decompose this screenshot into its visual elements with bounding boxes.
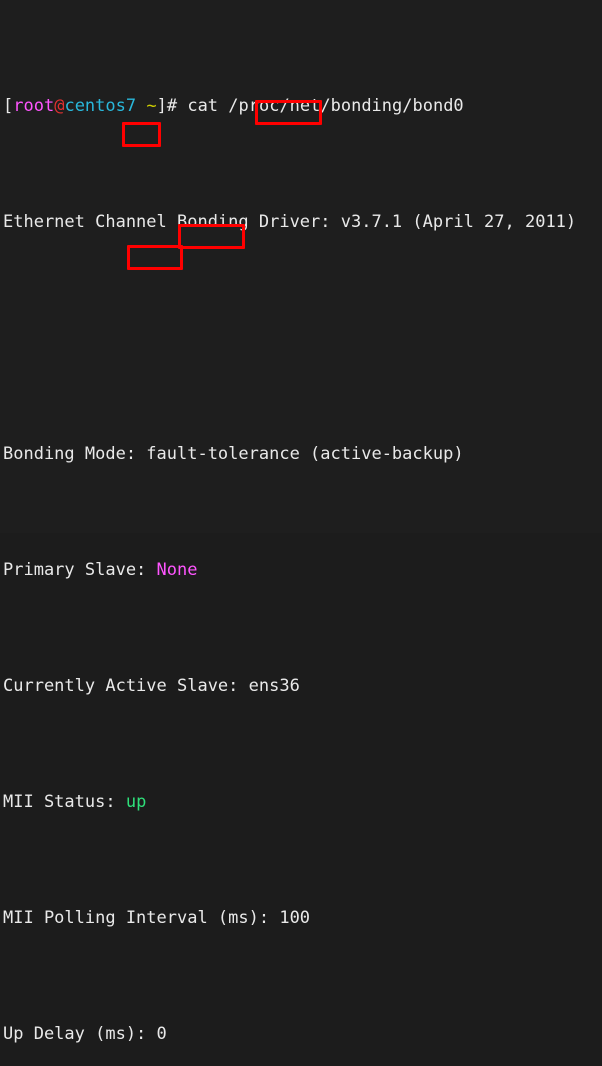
primary-slave-line: Primary Slave: None: [3, 559, 602, 582]
primary-slave-value: None: [156, 559, 198, 580]
currently-active-slave-value: ens36: [248, 675, 300, 696]
highlight-box-slave1-mii-status: [127, 245, 183, 270]
mii-status-value-top: up: [125, 791, 147, 812]
bonding-mode-line: Bonding Mode: fault-tolerance (active-ba…: [3, 443, 464, 464]
up-delay-line: Up Delay (ms): 0: [3, 1023, 167, 1044]
currently-active-slave-line: Currently Active Slave: ens36: [3, 675, 602, 698]
command-text: cat /proc/net/bonding/bond0: [187, 95, 464, 116]
driver-version-line: Ethernet Channel Bonding Driver: v3.7.1 …: [3, 211, 577, 232]
prompt-bracket-open: [: [3, 95, 14, 116]
mii-polling-interval-line: MII Polling Interval (ms): 100: [3, 907, 311, 928]
prompt-user: root: [13, 95, 55, 116]
prompt-path: ~: [146, 95, 157, 116]
mii-status-line-top: MII Status: up: [3, 791, 602, 814]
prompt-host: centos7: [64, 95, 137, 116]
currently-active-slave-label: Currently Active Slave:: [3, 675, 249, 696]
primary-slave-label: Primary Slave:: [3, 559, 157, 580]
terminal-window[interactable]: [root@centos7 ~]# cat /proc/net/bonding/…: [0, 0, 602, 1044]
prompt-bracket-close: ]#: [156, 95, 188, 116]
mii-status-label-top: MII Status:: [3, 791, 126, 812]
prompt-at-symbol: @: [54, 95, 65, 116]
prompt-line: [root@centos7 ~]# cat /proc/net/bonding/…: [3, 95, 602, 118]
highlight-box-mii-status-top: [122, 122, 161, 147]
